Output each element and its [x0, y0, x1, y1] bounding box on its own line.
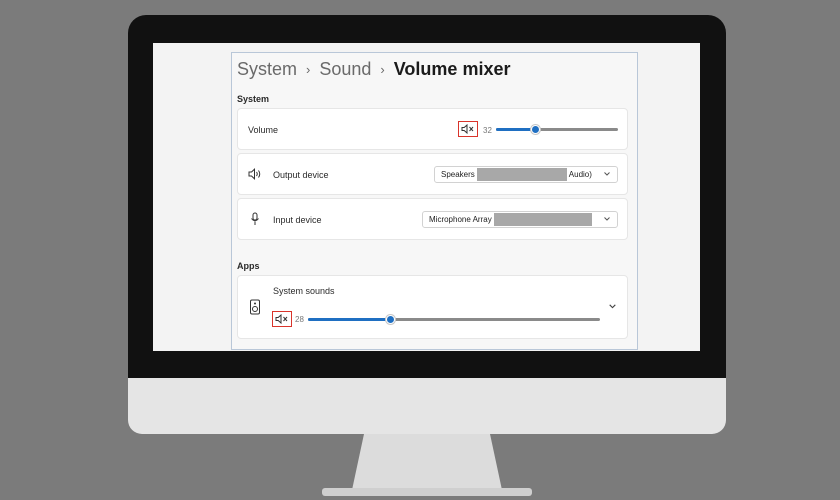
chevron-down-icon [604, 172, 610, 176]
microphone-icon [251, 212, 259, 225]
output-device-selected-suffix: Audio) [568, 170, 592, 179]
chevron-right-icon: › [306, 62, 311, 77]
monitor-screen: System › Sound › Volume mixer System Vol… [153, 43, 700, 351]
volume-card: Volume 32 [237, 108, 628, 150]
system-sounds-slider-thumb[interactable] [386, 315, 395, 324]
output-device-selected-prefix: Speakers [441, 170, 475, 179]
section-label-system: System [237, 94, 270, 104]
redacted-text [476, 168, 567, 181]
settings-window: System › Sound › Volume mixer System Vol… [231, 52, 638, 350]
speaker-muted-icon[interactable] [272, 311, 292, 327]
breadcrumb: System › Sound › Volume mixer [237, 59, 510, 80]
output-device-label: Output device [273, 170, 329, 180]
system-sounds-slider-fill [308, 318, 390, 321]
input-device-card: Input device Microphone Array [237, 198, 628, 240]
redacted-text [493, 213, 592, 226]
monitor-base [322, 488, 532, 496]
system-sounds-label: System sounds [273, 286, 335, 296]
volume-slider[interactable] [496, 125, 618, 134]
chevron-right-icon: › [380, 62, 385, 77]
breadcrumb-item-sound[interactable]: Sound [319, 59, 371, 80]
speaker-muted-glyph [461, 124, 474, 134]
volume-label: Volume [248, 125, 279, 135]
chevron-down-icon [604, 217, 610, 221]
monitor-chin [128, 378, 726, 434]
speaker-muted-glyph [275, 314, 288, 324]
breadcrumb-item-system[interactable]: System [237, 59, 297, 80]
output-device-dropdown[interactable]: Speakers Audio) [434, 166, 618, 183]
chevron-down-icon[interactable] [608, 302, 617, 311]
volume-slider-thumb[interactable] [531, 125, 540, 134]
system-sounds-icon [250, 299, 260, 315]
speaker-muted-icon[interactable] [458, 121, 478, 137]
system-sounds-slider[interactable] [308, 315, 600, 324]
page-title: Volume mixer [393, 59, 511, 79]
output-device-card: Output device Speakers Audio) [237, 153, 628, 195]
input-device-selected-prefix: Microphone Array [429, 215, 492, 224]
system-sounds-card[interactable]: System sounds 28 [237, 275, 628, 339]
input-device-dropdown[interactable]: Microphone Array [422, 211, 618, 228]
system-sounds-value: 28 [295, 315, 304, 324]
volume-value: 32 [483, 126, 492, 135]
speaker-icon [248, 168, 261, 180]
volume-slider-fill [496, 128, 535, 131]
input-device-label: Input device [273, 215, 322, 225]
monitor-stand [352, 434, 502, 490]
section-label-apps: Apps [237, 261, 260, 271]
